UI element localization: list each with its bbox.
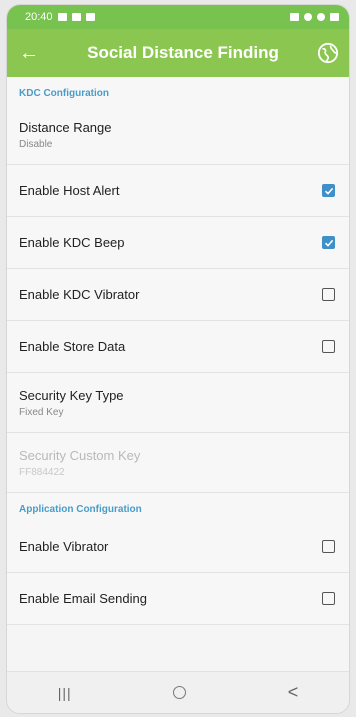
- pref-enable-kdc-beep[interactable]: Enable KDC Beep: [7, 217, 349, 269]
- checkbox-unchecked[interactable]: [322, 540, 335, 553]
- status-left: 20:40: [25, 11, 95, 23]
- pref-summary: Disable: [19, 138, 53, 150]
- pref-title: Enable KDC Beep: [19, 235, 125, 250]
- pref-text: Security Key Type Fixed Key: [19, 388, 124, 418]
- section-header-application-configuration: Application Configuration: [19, 504, 142, 515]
- pref-enable-host-alert[interactable]: Enable Host Alert: [7, 165, 349, 217]
- checkbox-unchecked[interactable]: [322, 340, 335, 353]
- checkbox-checked[interactable]: [322, 236, 335, 249]
- pref-title: Security Custom Key: [19, 447, 141, 463]
- checkbox-unchecked[interactable]: [322, 288, 335, 301]
- checkbox-checked[interactable]: [322, 184, 335, 197]
- globe-icon[interactable]: [317, 42, 339, 64]
- pref-title: Enable Host Alert: [19, 183, 120, 198]
- pref-enable-store-data[interactable]: Enable Store Data: [7, 321, 349, 373]
- nav-back-button[interactable]: <: [288, 682, 299, 703]
- pref-text: Security Custom Key FF884422: [19, 448, 140, 478]
- navigation-bar: ||| <: [7, 671, 349, 713]
- gallery-icon: [57, 13, 67, 21]
- pref-security-key-type[interactable]: Security Key Type Fixed Key: [7, 373, 349, 433]
- status-time: 20:40: [25, 11, 53, 23]
- pref-title: Enable Vibrator: [19, 539, 109, 554]
- checkmark-icon: [324, 239, 333, 247]
- bag-icon: [85, 13, 95, 21]
- wifi-icon: [304, 13, 312, 21]
- dnd-icon: [317, 13, 325, 21]
- page-title: Social Distance Finding: [87, 43, 279, 62]
- pref-enable-email-sending[interactable]: Enable Email Sending: [7, 573, 349, 625]
- phone-screen: 20:40 ← Social Distance Finding KDC Conf…: [6, 4, 350, 714]
- signal-icon: [290, 13, 299, 21]
- pref-distance-range[interactable]: Distance Range Disable: [7, 105, 349, 165]
- status-right: [290, 13, 339, 21]
- section-header-kdc-configuration: KDC Configuration: [19, 88, 109, 99]
- battery-icon: [330, 13, 339, 21]
- checkbox-unchecked[interactable]: [322, 592, 335, 605]
- pref-title: Security Key Type: [19, 387, 124, 403]
- status-bar: 20:40: [7, 5, 349, 29]
- home-circle-icon[interactable]: [173, 686, 187, 699]
- pref-enable-kdc-vibrator[interactable]: Enable KDC Vibrator: [7, 269, 349, 321]
- pref-title: Distance Range: [19, 119, 112, 135]
- checkmark-icon: [324, 187, 333, 195]
- recents-button[interactable]: |||: [58, 685, 72, 701]
- cloud-icon: [71, 13, 81, 21]
- app-bar: ← Social Distance Finding: [7, 29, 349, 77]
- settings-list: KDC Configuration Distance Range Disable…: [7, 77, 349, 625]
- back-arrow-icon[interactable]: ←: [19, 43, 55, 63]
- pref-security-custom-key: Security Custom Key FF884422: [7, 433, 349, 493]
- pref-summary: Fixed Key: [19, 406, 64, 418]
- pref-enable-vibrator[interactable]: Enable Vibrator: [7, 521, 349, 573]
- pref-summary: FF884422: [19, 466, 65, 478]
- pref-title: Enable Email Sending: [19, 591, 147, 606]
- pref-title: Enable KDC Vibrator: [19, 287, 140, 302]
- pref-text: Distance Range Disable: [19, 120, 112, 150]
- pref-title: Enable Store Data: [19, 339, 126, 354]
